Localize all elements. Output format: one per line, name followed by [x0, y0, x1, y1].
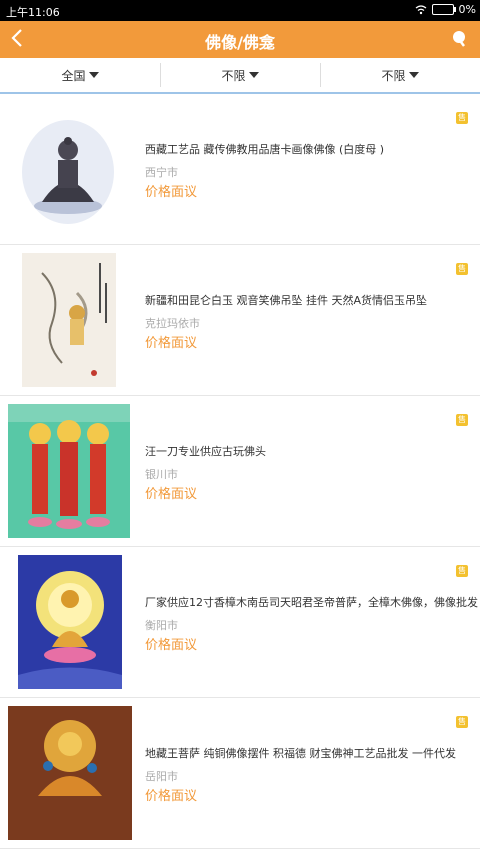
item-info: 厂家供应12寸香樟木南岳司天昭君圣帝普萨，全樟木佛像，佛像批发 衡阳市 价格面议 — [145, 547, 478, 697]
item-city: 岳阳市 — [145, 770, 178, 783]
item-city: 银川市 — [145, 468, 178, 481]
list-item[interactable]: 西藏工艺品 藏传佛教用品唐卡画像佛像 (白度母 ) 西宁市 价格面议 售 — [0, 94, 480, 245]
product-image-ink-painting — [22, 253, 116, 387]
filter-bar: 全国 不限 不限 — [0, 58, 480, 94]
status-bar: 上午11:06 0% — [0, 0, 480, 21]
page-title: 佛像/佛龛 — [205, 33, 275, 52]
item-info: 新疆和田昆仑白玉 观音笑佛吊坠 挂件 天然A货情侣玉吊坠 克拉玛依市 价格面议 — [145, 245, 460, 395]
battery-percent: 0% — [458, 3, 476, 16]
filter-region[interactable]: 全国 — [0, 58, 160, 92]
item-info: 汪一刀专业供应古玩佛头 银川市 价格面议 — [145, 396, 460, 546]
product-list: 西藏工艺品 藏传佛教用品唐卡画像佛像 (白度母 ) 西宁市 价格面议 售 新疆和… — [0, 94, 480, 849]
item-price: 价格面议 — [145, 487, 198, 502]
item-city: 西宁市 — [145, 166, 178, 179]
filter-category-label: 不限 — [221, 68, 246, 83]
product-image-buddha-statue — [10, 102, 130, 236]
filter-price[interactable]: 不限 — [320, 58, 480, 92]
status-icons: 0% — [415, 3, 476, 16]
caret-down-icon — [248, 72, 259, 78]
item-info: 地藏王菩萨 纯铜佛像摆件 积福德 财宝佛神工艺品批发 一件代发 岳阳市 价格面议 — [145, 698, 460, 848]
item-price: 价格面议 — [145, 336, 198, 351]
item-city: 克拉玛依市 — [145, 317, 200, 330]
list-item[interactable]: 地藏王菩萨 纯铜佛像摆件 积福德 财宝佛神工艺品批发 一件代发 岳阳市 价格面议… — [0, 698, 480, 849]
filter-region-label: 全国 — [61, 68, 86, 83]
item-title: 新疆和田昆仑白玉 观音笑佛吊坠 挂件 天然A货情侣玉吊坠 — [145, 294, 428, 307]
item-city: 衡阳市 — [145, 619, 178, 632]
item-title: 地藏王菩萨 纯铜佛像摆件 积福德 财宝佛神工艺品批发 一件代发 — [145, 747, 456, 760]
status-time: 上午11:06 — [6, 6, 60, 19]
sale-badge: 售 — [456, 414, 468, 426]
battery-icon — [431, 4, 456, 15]
list-item[interactable]: 厂家供应12寸香樟木南岳司天昭君圣帝普萨，全樟木佛像，佛像批发 衡阳市 价格面议… — [0, 547, 480, 698]
item-info: 西藏工艺品 藏传佛教用品唐卡画像佛像 (白度母 ) 西宁市 价格面议 — [145, 94, 460, 244]
filter-category[interactable]: 不限 — [160, 58, 320, 92]
caret-down-icon — [408, 72, 419, 78]
product-image-three-buddhas — [8, 404, 130, 538]
sale-badge: 售 — [456, 716, 468, 728]
sale-badge: 售 — [456, 112, 468, 124]
item-title: 西藏工艺品 藏传佛教用品唐卡画像佛像 (白度母 ) — [145, 143, 385, 156]
product-image-thangka — [8, 706, 132, 840]
item-price: 价格面议 — [145, 185, 198, 200]
app-bar: 佛像/佛龛 — [0, 21, 480, 58]
sale-badge: 售 — [456, 263, 468, 275]
item-title: 汪一刀专业供应古玩佛头 — [145, 445, 266, 458]
list-item[interactable]: 汪一刀专业供应古玩佛头 银川市 价格面议 售 — [0, 396, 480, 547]
item-price: 价格面议 — [145, 789, 198, 804]
caret-down-icon — [88, 72, 99, 78]
wifi-icon — [415, 4, 426, 14]
filter-price-label: 不限 — [381, 68, 406, 83]
item-title: 厂家供应12寸香樟木南岳司天昭君圣帝普萨，全樟木佛像，佛像批发 — [145, 596, 478, 609]
product-image-golden-buddha — [18, 555, 122, 689]
item-price: 价格面议 — [145, 638, 198, 653]
sale-badge: 售 — [456, 565, 468, 577]
search-icon[interactable] — [448, 28, 470, 50]
list-item[interactable]: 新疆和田昆仑白玉 观音笑佛吊坠 挂件 天然A货情侣玉吊坠 克拉玛依市 价格面议 … — [0, 245, 480, 396]
